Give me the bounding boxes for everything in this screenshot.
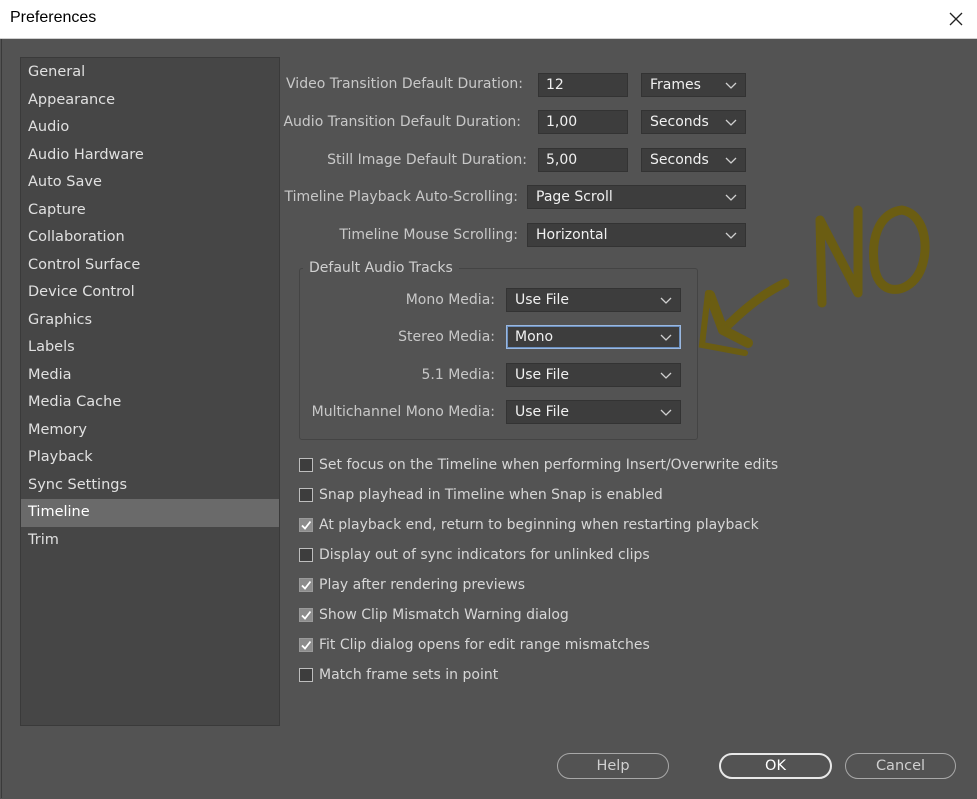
mono-media-value: Use File [515, 292, 570, 308]
checkmark-icon [301, 610, 312, 620]
checkbox-row[interactable]: Set focus on the Timeline when performin… [299, 456, 778, 474]
sidebar-item-device-control[interactable]: Device Control [21, 279, 279, 307]
sidebar-item-graphics[interactable]: Graphics [21, 307, 279, 335]
checkbox-label: Fit Clip dialog opens for edit range mis… [319, 637, 650, 653]
sidebar-item-trim[interactable]: Trim [21, 527, 279, 555]
stereo-media-value: Mono [515, 329, 554, 345]
chevron-down-icon [660, 372, 672, 379]
checkmark-icon [301, 640, 312, 650]
still-image-label: Still Image Default Duration: [327, 152, 527, 168]
sidebar-item-media-cache[interactable]: Media Cache [21, 389, 279, 417]
checkbox[interactable] [299, 608, 313, 622]
checkmark-icon [301, 580, 312, 590]
cancel-button[interactable]: Cancel [845, 753, 956, 779]
chevron-down-icon [660, 409, 672, 416]
chevron-down-icon [660, 297, 672, 304]
video-transition-unit-select[interactable]: Frames [641, 73, 746, 97]
ok-button[interactable]: OK [719, 753, 832, 779]
mouse-scroll-value: Horizontal [536, 227, 608, 243]
sidebar-item-sync-settings[interactable]: Sync Settings [21, 472, 279, 500]
checkbox-label: Play after rendering previews [319, 577, 525, 593]
five-one-media-value: Use File [515, 367, 570, 383]
checkbox-row[interactable]: Display out of sync indicators for unlin… [299, 546, 650, 564]
chevron-down-icon [725, 119, 737, 126]
window-title: Preferences [10, 9, 97, 26]
sidebar-item-control-surface[interactable]: Control Surface [21, 252, 279, 280]
mono-media-label: Mono Media: [405, 292, 495, 308]
five-one-media-label: 5.1 Media: [421, 367, 495, 383]
checkbox[interactable] [299, 458, 313, 472]
checkbox-label: At playback end, return to beginning whe… [319, 517, 759, 533]
checkbox-row[interactable]: Match frame sets in point [299, 666, 498, 684]
audio-transition-label: Audio Transition Default Duration: [283, 114, 521, 130]
default-audio-tracks-title: Default Audio Tracks [303, 260, 459, 276]
sidebar-item-timeline[interactable]: Timeline [21, 499, 279, 527]
sidebar-item-audio-hardware[interactable]: Audio Hardware [21, 142, 279, 170]
playback-scroll-label: Timeline Playback Auto-Scrolling: [284, 189, 518, 205]
checkbox-row[interactable]: Show Clip Mismatch Warning dialog [299, 606, 569, 624]
still-image-unit-value: Seconds [650, 152, 709, 168]
checkbox[interactable] [299, 518, 313, 532]
sidebar-item-general[interactable]: General [21, 59, 279, 87]
video-transition-label: Video Transition Default Duration: [286, 76, 523, 92]
checkbox[interactable] [299, 638, 313, 652]
sidebar-item-media[interactable]: Media [21, 362, 279, 390]
still-image-unit-select[interactable]: Seconds [641, 148, 746, 172]
checkbox-label: Match frame sets in point [319, 667, 499, 683]
chevron-down-icon [725, 82, 737, 89]
checkbox[interactable] [299, 548, 313, 562]
sidebar-item-capture[interactable]: Capture [21, 197, 279, 225]
category-sidebar: General Appearance Audio Audio Hardware Auto… [20, 57, 280, 726]
stereo-media-label: Stereo Media: [398, 329, 495, 345]
checkbox[interactable] [299, 668, 313, 682]
audio-transition-unit-value: Seconds [650, 114, 709, 130]
sidebar-item-auto-save[interactable]: Auto Save [21, 169, 279, 197]
checkbox-row[interactable]: Fit Clip dialog opens for edit range mis… [299, 636, 650, 654]
close-button[interactable] [941, 4, 971, 34]
title-bar: Preferences [0, 0, 977, 39]
checkbox-label: Set focus on the Timeline when performin… [319, 457, 779, 473]
sidebar-item-playback[interactable]: Playback [21, 444, 279, 472]
multichannel-media-value: Use File [515, 404, 570, 420]
checkbox[interactable] [299, 578, 313, 592]
video-transition-unit-value: Frames [650, 77, 701, 93]
checkbox-label: Show Clip Mismatch Warning dialog [319, 607, 569, 623]
checkmark-icon [301, 520, 312, 530]
sidebar-item-appearance[interactable]: Appearance [21, 87, 279, 115]
multichannel-media-label: Multichannel Mono Media: [311, 404, 495, 420]
five-one-media-select[interactable]: Use File [506, 363, 681, 387]
checkbox[interactable] [299, 488, 313, 502]
audio-transition-unit-select[interactable]: Seconds [641, 110, 746, 134]
close-icon [949, 12, 963, 26]
sidebar-item-audio[interactable]: Audio [21, 114, 279, 142]
video-transition-input[interactable]: 12 [538, 73, 628, 97]
sidebar-item-labels[interactable]: Labels [21, 334, 279, 362]
chevron-down-icon [725, 157, 737, 164]
checkbox-row[interactable]: Snap playhead in Timeline when Snap is e… [299, 486, 663, 504]
still-image-input[interactable]: 5,00 [538, 148, 628, 172]
stereo-media-select[interactable]: Mono [506, 325, 681, 349]
playback-scroll-value: Page Scroll [536, 189, 613, 205]
help-button[interactable]: Help [557, 753, 669, 779]
annotation-arrow-no [698, 205, 930, 356]
checkbox-label: Snap playhead in Timeline when Snap is e… [319, 487, 663, 503]
checkbox-row[interactable]: Play after rendering previews [299, 576, 525, 594]
sidebar-item-memory[interactable]: Memory [21, 417, 279, 445]
chevron-down-icon [660, 334, 672, 341]
multichannel-media-select[interactable]: Use File [506, 400, 681, 424]
category-list: General Appearance Audio Audio Hardware Auto… [21, 58, 279, 554]
mouse-scroll-label: Timeline Mouse Scrolling: [339, 227, 518, 243]
checkbox-label: Display out of sync indicators for unlin… [319, 547, 650, 563]
audio-transition-input[interactable]: 1,00 [538, 110, 628, 134]
sidebar-item-collaboration[interactable]: Collaboration [21, 224, 279, 252]
checkbox-row[interactable]: At playback end, return to beginning whe… [299, 516, 759, 534]
mono-media-select[interactable]: Use File [506, 288, 681, 312]
